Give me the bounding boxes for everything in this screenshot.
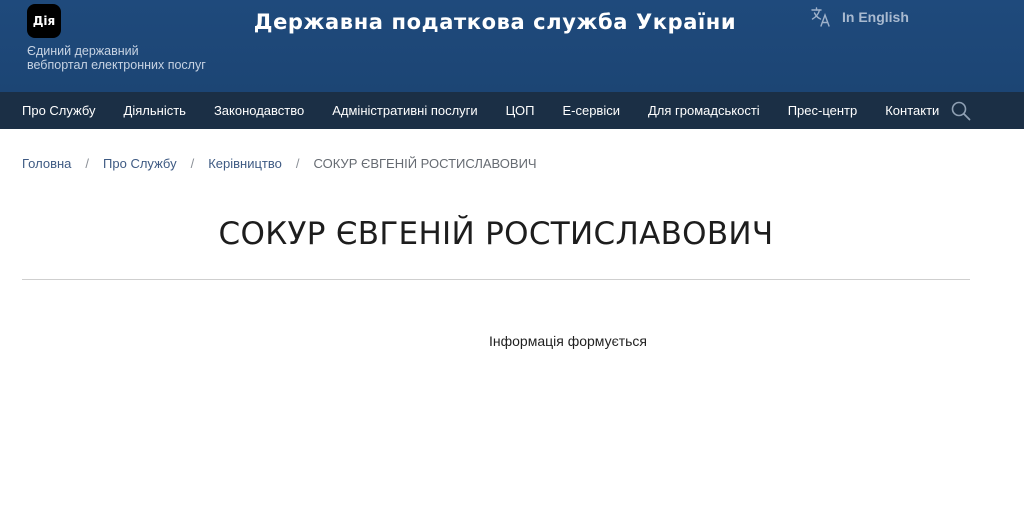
site-title[interactable]: Державна податкова служба України: [230, 10, 760, 34]
translate-icon: [810, 6, 832, 28]
breadcrumb-about[interactable]: Про Службу: [103, 156, 177, 171]
site-header: Дія Єдиний державний вебпортал електронн…: [0, 0, 1024, 92]
breadcrumb-separator: /: [85, 155, 90, 171]
info-status-text: Інформація формується: [488, 333, 648, 349]
nav-item-legislation[interactable]: Законодавство: [214, 103, 304, 118]
breadcrumb-separator: /: [295, 155, 300, 171]
nav-item-contacts[interactable]: Контакти: [885, 103, 939, 118]
main-navigation: Про Службу Діяльність Законодавство Адмі…: [0, 92, 1024, 129]
nav-item-about[interactable]: Про Службу: [22, 103, 96, 118]
breadcrumb-separator: /: [190, 155, 195, 171]
nav-item-public[interactable]: Для громадськості: [648, 103, 760, 118]
nav-item-activity[interactable]: Діяльність: [124, 103, 186, 118]
language-switch-label: In English: [842, 9, 909, 25]
search-icon[interactable]: [950, 100, 972, 122]
nav-item-tsop[interactable]: ЦОП: [506, 103, 535, 118]
breadcrumb-home[interactable]: Головна: [22, 156, 71, 171]
diia-caption[interactable]: Єдиний державний вебпортал електронних п…: [27, 44, 237, 72]
language-switch[interactable]: In English: [810, 6, 909, 28]
nav-item-press-center[interactable]: Прес-центр: [788, 103, 858, 118]
breadcrumb-leadership[interactable]: Керівництво: [208, 156, 282, 171]
title-divider: [22, 279, 970, 280]
breadcrumb: Головна / Про Службу / Керівництво / СОК…: [22, 154, 537, 172]
diia-caption-line2: вебпортал електронних послуг: [27, 58, 206, 72]
breadcrumb-current: СОКУР ЄВГЕНІЙ РОСТИСЛАВОВИЧ: [313, 155, 537, 171]
nav-item-e-services[interactable]: Е-сервіси: [562, 103, 620, 118]
nav-item-admin-services[interactable]: Адміністративні послуги: [332, 103, 477, 118]
page-title: СОКУР ЄВГЕНІЙ РОСТИСЛАВОВИЧ: [218, 216, 774, 252]
diia-logo[interactable]: Дія: [27, 4, 61, 38]
diia-caption-line1: Єдиний державний: [27, 44, 139, 58]
